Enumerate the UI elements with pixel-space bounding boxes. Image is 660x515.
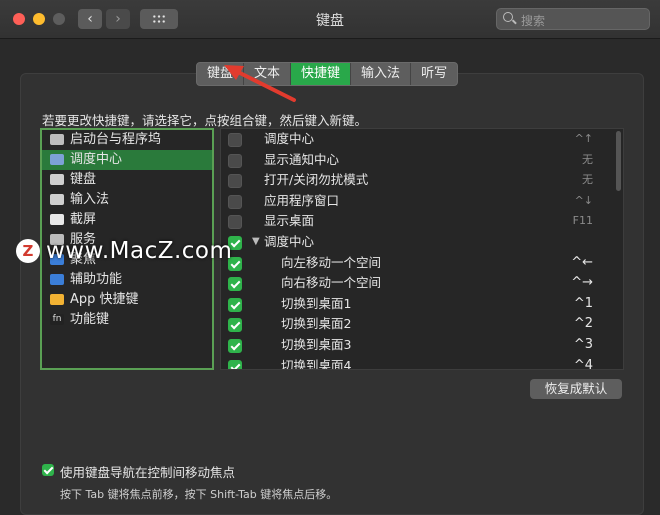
shortcut-list[interactable]: 调度中心 ^↑ 显示通知中心无打开/关闭勿扰模式无应用程序窗口 ^↓ 显示桌面 F11 ▼ 调… bbox=[220, 128, 624, 370]
category-label: 调度中心 bbox=[70, 152, 123, 167]
shortcut-checkbox[interactable] bbox=[228, 215, 242, 230]
fn-icon: fn bbox=[50, 314, 64, 325]
shortcut-row[interactable]: 切换到桌面1 ^1 bbox=[221, 294, 623, 315]
shortcut-key[interactable]: ^← bbox=[571, 253, 593, 274]
shortcut-label: 切换到桌面4 bbox=[281, 357, 352, 370]
shortcut-label: 切换到桌面1 bbox=[281, 295, 352, 311]
category-label: 启动台与程序坞 bbox=[70, 132, 162, 147]
keyboard-nav-label: 使用键盘导航在控制间移动焦点 bbox=[60, 465, 236, 480]
red-arrow-annotation bbox=[224, 65, 296, 102]
shortcut-checkbox[interactable] bbox=[228, 194, 242, 209]
category-label: 键盘 bbox=[70, 172, 97, 187]
shortcut-label: 调度中心 bbox=[264, 233, 315, 249]
shortcut-checkbox[interactable] bbox=[228, 338, 242, 353]
shortcut-label: 向右移动一个空间 bbox=[281, 275, 382, 291]
shortcut-key[interactable]: 无 bbox=[582, 150, 593, 171]
keyboard-nav-hint: 按下 Tab 键将焦点前移，按下 Shift-Tab 键将焦点后移。 bbox=[60, 488, 338, 501]
shortcut-label: 显示通知中心 bbox=[264, 151, 340, 167]
shortcut-checkbox[interactable] bbox=[228, 277, 242, 292]
shortcut-row[interactable]: ▼ 调度中心 bbox=[221, 232, 623, 253]
shortcut-key[interactable]: ^→ bbox=[571, 273, 593, 294]
instruction-text: 若要更改快捷键，请选择它，点按组合键，然后键入新键。 bbox=[42, 113, 368, 128]
shortcut-row[interactable]: 切换到桌面4 ^4 bbox=[221, 356, 623, 370]
shortcut-row[interactable]: 向右移动一个空间 ^→ bbox=[221, 273, 623, 294]
watermark: Z www.MacZ.com bbox=[16, 238, 232, 264]
accessibility-icon bbox=[50, 274, 64, 285]
category-item[interactable]: App 快捷键 bbox=[42, 290, 212, 310]
input-method-icon bbox=[50, 194, 64, 205]
category-label: 辅助功能 bbox=[70, 272, 123, 287]
shortcut-row[interactable]: 显示通知中心 无 bbox=[221, 150, 623, 171]
category-label: 功能键 bbox=[70, 312, 110, 327]
watermark-text: www.MacZ.com bbox=[46, 238, 233, 264]
mission-control-icon bbox=[50, 154, 64, 165]
disclosure-triangle-icon[interactable]: ▼ bbox=[252, 232, 260, 253]
watermark-logo: Z bbox=[16, 239, 40, 263]
shortcut-key[interactable]: F11 bbox=[573, 211, 593, 232]
shortcut-row[interactable]: 向左移动一个空间 ^← bbox=[221, 253, 623, 274]
shortcut-checkbox[interactable] bbox=[228, 297, 242, 312]
category-item[interactable]: fn 功能键 bbox=[42, 310, 212, 330]
launchpad-icon bbox=[50, 134, 64, 145]
category-item[interactable]: 启动台与程序坞 bbox=[42, 130, 212, 150]
category-item[interactable]: 输入法 bbox=[42, 190, 212, 210]
shortcut-row[interactable]: 切换到桌面2 ^2 bbox=[221, 314, 623, 335]
category-label: 输入法 bbox=[70, 192, 110, 207]
shortcut-row[interactable]: 显示桌面 F11 bbox=[221, 211, 623, 232]
shortcut-label: 切换到桌面2 bbox=[281, 316, 352, 332]
category-label: App 快捷键 bbox=[70, 292, 139, 307]
shortcut-key[interactable]: ^3 bbox=[574, 335, 593, 356]
shortcut-row[interactable]: 应用程序窗口 ^↓ bbox=[221, 191, 623, 212]
category-item[interactable]: 调度中心 bbox=[42, 150, 212, 170]
tab-3[interactable]: 输入法 bbox=[351, 63, 412, 85]
search-placeholder: 搜索 bbox=[521, 14, 546, 28]
screenshot-icon bbox=[50, 214, 64, 225]
shortcut-row[interactable]: 切换到桌面3 ^3 bbox=[221, 335, 623, 356]
shortcut-key[interactable]: 无 bbox=[582, 170, 593, 191]
shortcut-label: 向左移动一个空间 bbox=[281, 254, 382, 270]
shortcut-row[interactable]: 调度中心 ^↑ bbox=[221, 129, 623, 150]
shortcut-checkbox[interactable] bbox=[228, 133, 242, 147]
shortcut-label: 切换到桌面3 bbox=[281, 336, 352, 352]
shortcut-key[interactable]: ^4 bbox=[574, 356, 593, 369]
shortcut-key[interactable]: ^↓ bbox=[575, 191, 593, 212]
restore-defaults-button[interactable]: 恢复成默认 bbox=[530, 379, 622, 399]
shortcut-row[interactable]: 打开/关闭勿扰模式 无 bbox=[221, 170, 623, 191]
shortcut-key[interactable]: ^2 bbox=[574, 314, 593, 335]
shortcut-checkbox[interactable] bbox=[228, 174, 242, 189]
category-item[interactable]: 键盘 bbox=[42, 170, 212, 190]
shortcut-label: 显示桌面 bbox=[264, 213, 315, 229]
category-item[interactable]: 辅助功能 bbox=[42, 270, 212, 290]
search-icon bbox=[503, 12, 513, 22]
shortcut-checkbox[interactable] bbox=[228, 153, 242, 168]
app-shortcut-icon bbox=[50, 294, 64, 305]
keyboard-icon bbox=[50, 174, 64, 185]
shortcut-key[interactable]: ^1 bbox=[574, 294, 593, 315]
search-input[interactable]: 搜索 bbox=[496, 8, 650, 30]
title-bar: ‹ › 键盘 搜索 bbox=[0, 0, 660, 39]
shortcut-checkbox[interactable] bbox=[228, 318, 242, 333]
category-label: 截屏 bbox=[70, 212, 97, 227]
shortcut-checkbox[interactable] bbox=[228, 359, 242, 369]
shortcut-label: 应用程序窗口 bbox=[264, 192, 340, 208]
tab-4[interactable]: 听写 bbox=[411, 63, 457, 85]
shortcut-label: 调度中心 bbox=[264, 131, 315, 146]
keyboard-nav-checkbox[interactable] bbox=[42, 464, 54, 476]
shortcut-label: 打开/关闭勿扰模式 bbox=[264, 172, 369, 188]
category-item[interactable]: 截屏 bbox=[42, 210, 212, 230]
shortcut-key[interactable]: ^↑ bbox=[575, 129, 593, 150]
